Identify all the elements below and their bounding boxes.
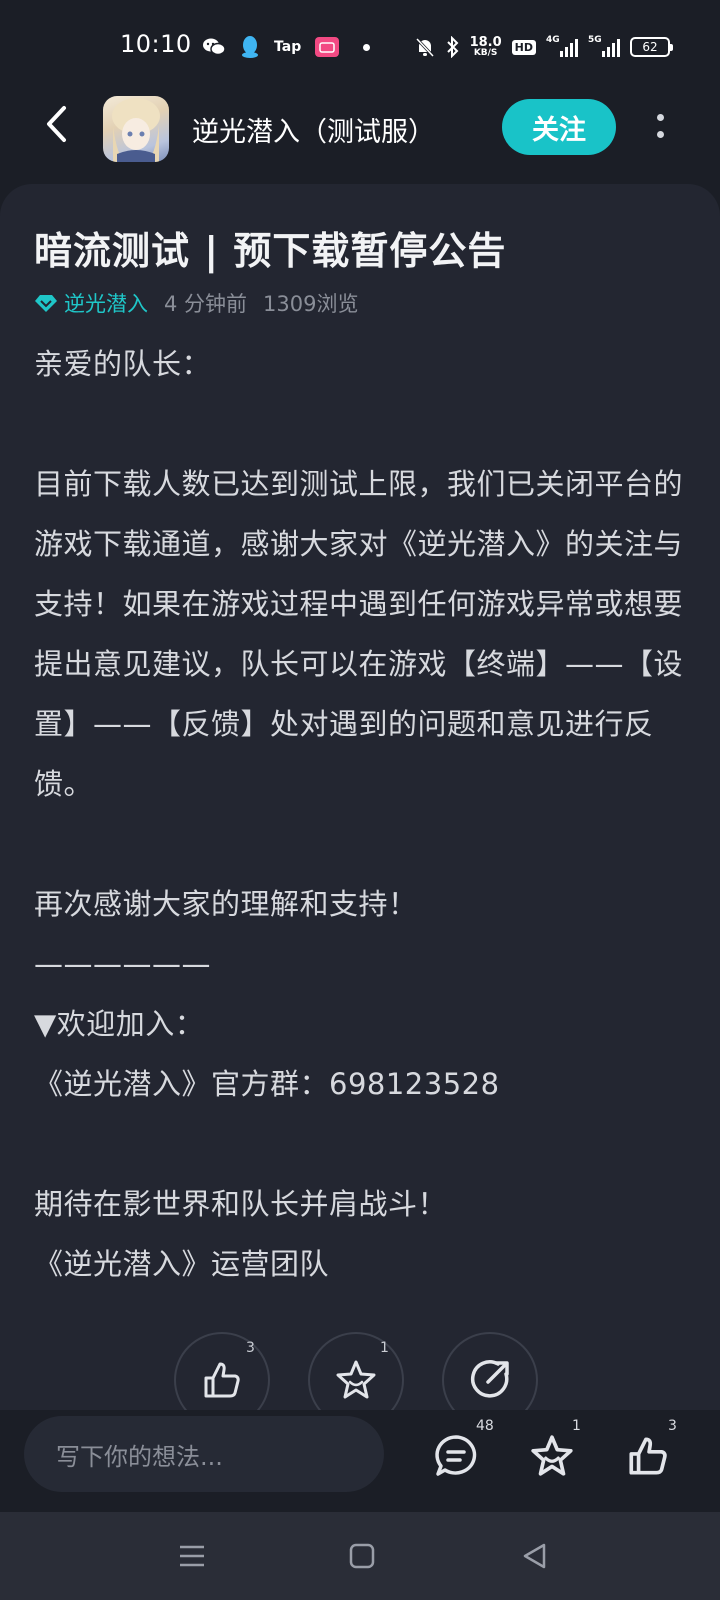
post-like-button[interactable]: 3 — [174, 1332, 270, 1410]
group-number-text: 《逆光潜入》官方群：698123528 — [34, 1067, 500, 1101]
system-nav-bar — [0, 1512, 720, 1600]
star-icon — [531, 1435, 573, 1476]
view-count: 1309浏览 — [263, 292, 359, 316]
post-like-count: 3 — [246, 1340, 255, 1356]
chevron-left-icon — [47, 106, 66, 142]
post-favorite-count: 1 — [380, 1340, 389, 1356]
favorite-count: 1 — [572, 1418, 581, 1434]
notification-icons: Tap — [202, 30, 371, 64]
thumbs-up-icon — [629, 1437, 667, 1475]
author-name[interactable]: 逆光潜入 — [64, 288, 148, 318]
post-paragraph: 亲爱的队长： — [34, 347, 212, 381]
thumbs-up-icon — [204, 1362, 240, 1398]
post-paragraph: 目前下载人数已达到测试上限，我们已关闭平台的游戏下载通道，感谢大家对《逆光潜入》… — [34, 467, 684, 801]
post-time: 4 分钟前 — [164, 292, 248, 316]
header-title: 逆光潜入（测试服） — [192, 117, 435, 148]
menu-icon — [180, 1545, 204, 1567]
more-options-button[interactable] — [648, 106, 672, 146]
home-button[interactable] — [340, 1534, 384, 1578]
like-button[interactable]: 3 — [622, 1418, 677, 1482]
favorite-button[interactable]: 1 — [526, 1418, 581, 1482]
post-paragraph — [34, 394, 689, 454]
network-speed: 18.0 KB/S — [469, 35, 502, 58]
more-dot-icon — [656, 114, 664, 121]
like-count: 3 — [668, 1418, 677, 1434]
comment-bubble-icon — [435, 1435, 477, 1476]
post-paragraph — [34, 814, 689, 874]
wechat-icon — [202, 37, 226, 57]
post-paragraph — [34, 1114, 689, 1174]
post-paragraph: ▼欢迎加入： — [34, 1007, 205, 1041]
post-action-row: 3 1 — [0, 1332, 720, 1410]
post-divider-text: —————— — [34, 947, 211, 981]
post-title: 暗流测试 | 预下载暂停公告 — [34, 229, 507, 273]
qq-icon — [240, 35, 260, 59]
triangle-back-icon — [523, 1543, 546, 1569]
app-avatar[interactable] — [103, 96, 169, 162]
bilibili-icon — [315, 37, 340, 57]
follow-button[interactable]: 关注 — [502, 99, 616, 155]
comment-bar: 写下你的想法... 48 1 3 — [0, 1410, 720, 1512]
tap-icon: Tap — [274, 39, 302, 55]
top-header: 逆光潜入（测试服） 关注 — [0, 96, 720, 186]
share-icon — [471, 1360, 509, 1398]
signal-5g-icon: 5G — [588, 35, 620, 57]
mute-bell-icon — [414, 36, 436, 58]
star-icon — [336, 1360, 376, 1399]
battery-icon: 62 — [630, 37, 673, 57]
post-signature: 《逆光潜入》运营团队 — [34, 1247, 330, 1281]
post-meta: 逆光潜入 4 分钟前 1309浏览 — [34, 288, 359, 318]
comment-input[interactable]: 写下你的想法... — [24, 1416, 384, 1492]
post-favorite-button[interactable]: 1 — [308, 1332, 404, 1410]
more-dot-icon — [656, 131, 664, 138]
square-icon — [349, 1543, 375, 1569]
back-button[interactable] — [36, 104, 76, 144]
comments-button[interactable]: 48 — [430, 1418, 494, 1482]
more-notifications-dot — [363, 43, 371, 51]
back-nav-button[interactable] — [512, 1534, 556, 1578]
post-paragraph: 再次感谢大家的理解和支持！ — [34, 887, 418, 921]
diamond-verified-icon — [35, 295, 57, 312]
status-bar: 10:10 Tap 18.0 KB/S HD 4G 5G 62 — [0, 0, 720, 96]
system-icons: 18.0 KB/S HD 4G 5G 62 — [414, 30, 673, 64]
post-paragraph: 期待在影世界和队长并肩战斗！ — [34, 1187, 448, 1221]
post-card: 暗流测试 | 预下载暂停公告 逆光潜入 4 分钟前 1309浏览 亲爱的队长： … — [0, 184, 720, 1410]
post-share-button[interactable] — [442, 1332, 538, 1410]
hd-voice-icon: HD — [511, 39, 536, 55]
recent-apps-button[interactable] — [170, 1534, 214, 1578]
comment-count: 48 — [476, 1418, 494, 1434]
status-time: 10:10 — [120, 30, 192, 58]
post-body: 亲爱的队长： 目前下载人数已达到测试上限，我们已关闭平台的游戏下载通道，感谢大家… — [34, 334, 689, 1294]
signal-4g-icon: 4G — [546, 35, 578, 57]
bluetooth-icon — [446, 36, 460, 58]
